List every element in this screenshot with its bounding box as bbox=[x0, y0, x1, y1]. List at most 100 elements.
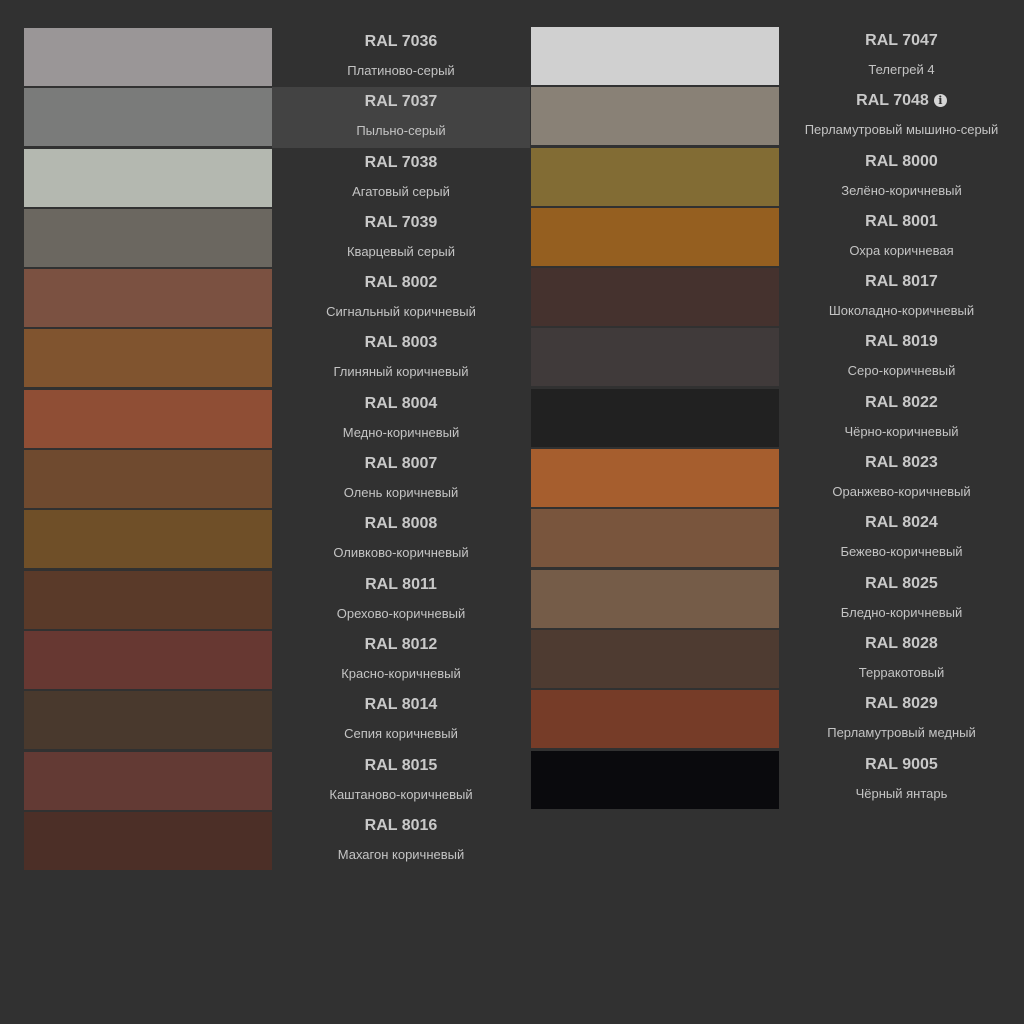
color-name: Зелёно-коричневый bbox=[841, 182, 962, 198]
color-row[interactable]: RAL 9005 Чёрный янтарь bbox=[531, 750, 1024, 810]
color-swatch[interactable] bbox=[24, 570, 272, 629]
color-info: RAL 8019 Серо-коричневый bbox=[779, 327, 1024, 387]
color-row[interactable]: RAL 8017 Шоколадно-коричневый bbox=[531, 267, 1024, 327]
color-swatch[interactable] bbox=[24, 510, 272, 569]
color-swatch[interactable] bbox=[531, 207, 779, 266]
ral-code: RAL 8022 bbox=[779, 388, 1024, 411]
ral-code-text: RAL 8011 bbox=[365, 575, 437, 593]
color-swatch[interactable] bbox=[24, 208, 272, 267]
color-row[interactable]: RAL 8001 Охра коричневая bbox=[531, 207, 1024, 267]
color-row[interactable]: RAL 8019 Серо-коричневый bbox=[531, 327, 1024, 387]
color-swatch[interactable] bbox=[531, 569, 779, 628]
color-row[interactable]: RAL 8024 Бежево-коричневый bbox=[531, 508, 1024, 568]
ral-code: RAL 8008 bbox=[272, 509, 530, 532]
color-swatch[interactable] bbox=[24, 329, 272, 388]
color-info: RAL 7037 Пыльно-серый bbox=[272, 87, 530, 148]
color-name: Перламутровый медный bbox=[827, 725, 976, 741]
color-swatch[interactable] bbox=[531, 690, 779, 749]
color-info: RAL 8002 Сигнальный коричневый bbox=[272, 268, 530, 328]
ral-code: RAL 8016 bbox=[272, 811, 530, 834]
color-swatch[interactable] bbox=[531, 388, 779, 447]
ral-code: RAL 7037 bbox=[272, 87, 530, 110]
color-row[interactable]: RAL 8015 Каштаново-коричневый bbox=[24, 751, 530, 811]
color-row[interactable]: RAL 8023 Оранжево-коричневый bbox=[531, 448, 1024, 508]
color-swatch[interactable] bbox=[531, 509, 779, 568]
color-swatch[interactable] bbox=[24, 450, 272, 509]
color-name: Олень коричневый bbox=[343, 485, 459, 501]
ral-code-text: RAL 8000 bbox=[865, 152, 938, 170]
ral-code: RAL 7038 bbox=[272, 148, 530, 171]
ral-code-text: RAL 8016 bbox=[364, 816, 438, 834]
ral-code: RAL 8002 bbox=[272, 268, 530, 291]
color-info: RAL 7048 i Перламутровый мышино-серый bbox=[779, 86, 1024, 146]
color-swatch[interactable] bbox=[531, 750, 779, 809]
left-color-column: RAL 7036 Платиново-серый RAL 7037 Пыльно… bbox=[24, 27, 530, 871]
color-row[interactable]: RAL 8000 Зелёно-коричневый bbox=[531, 147, 1024, 207]
color-name: Охра коричневая bbox=[849, 242, 954, 258]
color-row[interactable]: RAL 8028 Терракотовый bbox=[531, 629, 1024, 689]
color-info: RAL 8022 Чёрно-коричневый bbox=[779, 388, 1024, 448]
color-name: Шоколадно-коричневый bbox=[828, 303, 975, 319]
color-info: RAL 8016 Махагон коричневый bbox=[272, 811, 530, 871]
color-swatch[interactable] bbox=[24, 691, 272, 750]
color-name: Оливково-коричневый bbox=[333, 545, 469, 561]
ral-code: RAL 8019 bbox=[779, 327, 1024, 350]
color-swatch[interactable] bbox=[531, 328, 779, 387]
color-swatch[interactable] bbox=[531, 147, 779, 206]
color-row[interactable]: RAL 8025 Бледно-коричневый bbox=[531, 569, 1024, 629]
ral-code: RAL 8001 bbox=[779, 207, 1024, 230]
ral-code: RAL 7036 bbox=[272, 27, 530, 50]
color-swatch[interactable] bbox=[531, 87, 779, 146]
color-swatch[interactable] bbox=[531, 268, 779, 327]
color-row[interactable]: RAL 8004 Медно-коричневый bbox=[24, 389, 530, 449]
color-info: RAL 8012 Красно-коричневый bbox=[272, 630, 530, 690]
color-info: RAL 7039 Кварцевый серый bbox=[272, 208, 530, 268]
color-name: Бежево-коричневый bbox=[840, 544, 963, 560]
color-row[interactable]: RAL 8014 Сепия коричневый bbox=[24, 690, 530, 750]
ral-code-text: RAL 8023 bbox=[865, 454, 938, 472]
color-row[interactable]: RAL 8029 Перламутровый медный bbox=[531, 689, 1024, 749]
color-row[interactable]: RAL 8007 Олень коричневый bbox=[24, 449, 530, 509]
color-swatch[interactable] bbox=[24, 148, 272, 207]
info-icon[interactable]: i bbox=[933, 94, 947, 108]
ral-code: RAL 8003 bbox=[272, 328, 530, 351]
color-row[interactable]: RAL 8012 Красно-коричневый bbox=[24, 630, 530, 690]
ral-code: RAL 8004 bbox=[272, 389, 530, 412]
color-info: RAL 7047 Телегрей 4 bbox=[779, 26, 1024, 86]
color-row[interactable]: RAL 8016 Махагон коричневый bbox=[24, 811, 530, 871]
ral-code-text: RAL 7037 bbox=[364, 93, 438, 111]
color-row[interactable]: RAL 7048 i Перламутровый мышино-серый bbox=[531, 86, 1024, 146]
color-swatch[interactable] bbox=[24, 751, 272, 810]
color-swatch[interactable] bbox=[24, 389, 272, 448]
color-row[interactable]: RAL 8002 Сигнальный коричневый bbox=[24, 268, 530, 328]
color-row[interactable]: RAL 7047 Телегрей 4 bbox=[531, 26, 1024, 86]
color-swatch[interactable] bbox=[24, 88, 272, 147]
ral-code-text: RAL 8002 bbox=[364, 274, 438, 292]
color-row[interactable]: RAL 7038 Агатовый серый bbox=[24, 148, 530, 208]
ral-code-text: RAL 8004 bbox=[364, 394, 438, 412]
ral-code-text: RAL 8024 bbox=[865, 514, 938, 532]
color-row[interactable]: RAL 8008 Оливково-коричневый bbox=[24, 509, 530, 569]
ral-code-text: RAL 7047 bbox=[865, 32, 938, 49]
color-swatch[interactable] bbox=[24, 630, 272, 689]
color-name: Чёрный янтарь bbox=[855, 785, 948, 801]
ral-code: RAL 8024 bbox=[779, 508, 1024, 531]
color-swatch[interactable] bbox=[531, 449, 779, 508]
color-row[interactable]: RAL 7036 Платиново-серый bbox=[24, 27, 530, 87]
ral-code-text: RAL 8007 bbox=[364, 455, 438, 473]
color-row[interactable]: RAL 7037 Пыльно-серый bbox=[24, 87, 530, 148]
color-info: RAL 9005 Чёрный янтарь bbox=[779, 750, 1024, 810]
color-row[interactable]: RAL 8003 Глиняный коричневый bbox=[24, 328, 530, 388]
color-swatch[interactable] bbox=[531, 27, 779, 85]
ral-code: RAL 8012 bbox=[272, 630, 530, 653]
color-swatch[interactable] bbox=[24, 811, 272, 870]
color-info: RAL 8014 Сепия коричневый bbox=[272, 690, 530, 750]
color-swatch[interactable] bbox=[24, 28, 272, 86]
color-row[interactable]: RAL 8022 Чёрно-коричневый bbox=[531, 388, 1024, 448]
color-row[interactable]: RAL 8011 Орехово-коричневый bbox=[24, 570, 530, 630]
color-swatch[interactable] bbox=[24, 269, 272, 328]
color-row[interactable]: RAL 7039 Кварцевый серый bbox=[24, 208, 530, 268]
color-info: RAL 8011 Орехово-коричневый bbox=[272, 570, 530, 630]
color-swatch[interactable] bbox=[531, 629, 779, 688]
ral-code-text: RAL 7038 bbox=[364, 153, 438, 171]
